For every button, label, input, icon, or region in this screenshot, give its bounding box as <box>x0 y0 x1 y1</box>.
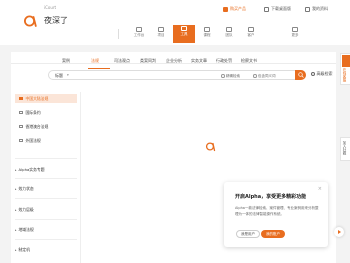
nav-item-course[interactable]: 课程 <box>196 26 218 42</box>
loading-spinner-icon <box>205 142 216 152</box>
chevron-down-icon[interactable]: ▾ <box>67 73 69 77</box>
more-icon <box>292 27 298 32</box>
nav-item-team[interactable]: 团队 <box>218 26 240 42</box>
user-icon <box>305 6 310 12</box>
course-icon <box>204 27 210 32</box>
download-icon <box>264 6 269 12</box>
sidebar-item-hk-macao-tw[interactable]: 香港澳台法规 <box>15 122 77 131</box>
sidebar-item-mainland[interactable]: 中国大陆法规 <box>15 94 77 103</box>
alpha-logo-icon[interactable] <box>23 14 37 28</box>
team-icon <box>226 27 232 32</box>
nav-item-client[interactable]: 客户 <box>240 26 262 42</box>
gear-icon <box>311 72 315 76</box>
popup-description: Alpha一款法律检索、案件管理、专业案例用来分析整理为一体的法律智能操作系统。 <box>235 206 319 216</box>
promo-popup: × 开启Alpha，享受更多精彩功能 Alpha一款法律检索、案件管理、专业案例… <box>224 182 328 247</box>
doc-icon <box>19 110 23 115</box>
chevron-right-icon: ▸ <box>15 186 17 191</box>
project-icon <box>158 27 164 32</box>
cart-icon <box>223 6 228 12</box>
join-community-tab[interactable]: 加入社群 <box>340 137 350 161</box>
download-desktop-link[interactable]: 下载桌面版 <box>264 6 291 12</box>
app-subtitle: iCourt <box>44 5 57 10</box>
search-scope-select[interactable]: 标题 <box>55 73 63 79</box>
doc-icon <box>19 138 23 143</box>
sidebar-item-treaty[interactable]: 国际条约 <box>15 108 77 117</box>
divider <box>15 219 77 220</box>
search-icon <box>297 72 304 78</box>
advanced-search-link[interactable]: 高级检索 <box>311 71 333 77</box>
sidebar-item-foreign[interactable]: 外国法规 <box>15 136 77 145</box>
sidebar-group-issuer[interactable]: ▸ 制定机 <box>15 245 77 254</box>
divider <box>15 178 77 179</box>
nav-item-workbench[interactable]: 工作台 <box>128 26 150 42</box>
online-service-tab[interactable]: 在线客服 <box>340 53 350 85</box>
chevron-right-icon: ▸ <box>15 247 17 252</box>
nav-item-more[interactable]: 更多 <box>284 26 306 42</box>
buy-product-link[interactable]: 购买产品 <box>223 6 246 12</box>
tab-divider <box>11 63 336 64</box>
nav-item-tools[interactable]: 工具 <box>173 25 195 43</box>
i-am-user-button[interactable]: 我是用户 <box>236 230 260 238</box>
divider <box>15 158 77 159</box>
synonym-option[interactable]: 包含同义词 <box>253 74 276 79</box>
play-button[interactable] <box>334 227 344 237</box>
top-header: iCourt 夜深了 工作台 项目 工具 课程 团队 客户 更多 购买产品 下载… <box>0 0 350 45</box>
chevron-right-icon: ▸ <box>15 207 17 212</box>
sidebar-group-validity[interactable]: ▸ 效力状态 <box>15 184 77 193</box>
exact-search-option[interactable]: 精确检索 <box>221 74 240 79</box>
sidebar-group-region[interactable]: ▸ 地域法规 <box>15 225 77 234</box>
sidebar: 中国大陆法规 国际条约 香港澳台法规 外国法规 ▸ Alpha实务专题 ▸ 效力… <box>11 92 81 263</box>
nav-divider <box>118 29 119 39</box>
search-input[interactable] <box>73 72 203 78</box>
close-icon[interactable]: × <box>318 186 322 192</box>
play-icon <box>338 230 341 234</box>
radio-icon <box>253 74 257 78</box>
app-title: 夜深了 <box>44 16 68 25</box>
nav-item-project[interactable]: 项目 <box>150 26 172 42</box>
client-icon <box>248 27 254 32</box>
sidebar-group-alpha-topics[interactable]: ▸ Alpha实务专题 <box>15 165 77 174</box>
tool-icon <box>181 26 187 31</box>
search-button[interactable] <box>295 70 306 80</box>
my-account-button[interactable]: 我的账户 <box>261 230 285 238</box>
popup-title: 开启Alpha，享受更多精彩功能 <box>235 194 307 200</box>
chevron-right-icon: ▸ <box>15 227 17 232</box>
doc-icon <box>19 96 23 101</box>
sidebar-group-level[interactable]: ▸ 效力层级 <box>15 205 77 214</box>
chevron-right-icon: ▸ <box>15 167 17 172</box>
radio-icon <box>221 74 225 78</box>
search-bar: 标题 ▾ 精确检索 包含同义词 <box>48 70 306 80</box>
doc-icon <box>19 124 23 129</box>
divider <box>15 239 77 240</box>
profile-link[interactable]: 我的资料 <box>305 6 328 12</box>
divider <box>15 198 77 199</box>
active-tab-indicator <box>88 68 110 69</box>
service-icon <box>342 55 350 67</box>
desk-icon <box>136 27 142 32</box>
